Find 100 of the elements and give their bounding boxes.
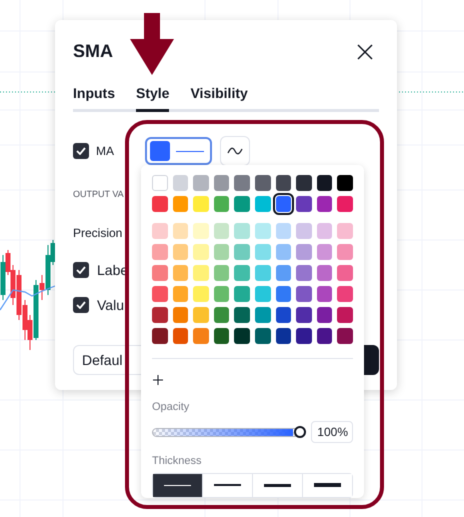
moving-average-line	[0, 285, 56, 310]
close-icon[interactable]	[357, 44, 373, 60]
color-swatch[interactable]	[172, 196, 188, 212]
color-picker-button[interactable]	[145, 137, 212, 165]
tab[interactable]: Visibility	[190, 83, 248, 112]
color-swatch[interactable]	[152, 265, 168, 281]
color-swatch[interactable]	[296, 286, 312, 302]
color-swatch[interactable]	[316, 286, 332, 302]
color-swatch[interactable]	[234, 286, 250, 302]
color-swatch[interactable]	[152, 244, 168, 260]
color-swatch[interactable]	[152, 307, 168, 323]
color-swatch[interactable]	[193, 223, 209, 239]
opacity-input[interactable]: 100%	[311, 421, 353, 444]
color-swatch[interactable]	[193, 196, 209, 212]
color-swatch[interactable]	[214, 328, 230, 344]
color-swatch[interactable]	[193, 244, 209, 260]
color-swatch[interactable]	[296, 307, 312, 323]
color-swatch[interactable]	[296, 244, 312, 260]
color-swatch[interactable]	[152, 175, 168, 191]
opacity-slider[interactable]	[152, 426, 306, 438]
color-swatch[interactable]	[193, 307, 209, 323]
color-swatch[interactable]	[296, 265, 312, 281]
checkbox[interactable]	[73, 143, 89, 159]
color-swatch[interactable]	[214, 175, 230, 191]
color-swatch[interactable]	[316, 175, 332, 191]
color-swatch[interactable]	[276, 328, 292, 344]
slider-thumb[interactable]	[294, 426, 306, 438]
color-swatch[interactable]	[316, 223, 332, 239]
color-swatch[interactable]	[337, 223, 353, 239]
thickness-option[interactable]	[153, 474, 202, 497]
color-swatch[interactable]	[337, 265, 353, 281]
checkbox[interactable]	[73, 297, 89, 313]
color-swatch[interactable]	[214, 244, 230, 260]
color-swatch[interactable]	[152, 328, 168, 344]
color-swatch[interactable]	[296, 223, 312, 239]
color-swatch[interactable]	[193, 286, 209, 302]
color-swatch[interactable]	[214, 196, 230, 212]
color-swatch[interactable]	[172, 286, 188, 302]
color-swatch[interactable]	[296, 175, 312, 191]
color-swatch[interactable]	[234, 265, 250, 281]
color-swatch[interactable]	[234, 244, 250, 260]
color-swatch[interactable]	[193, 175, 209, 191]
tab[interactable]: Inputs	[73, 83, 115, 112]
color-swatch[interactable]	[234, 175, 250, 191]
section-heading: OUTPUT VA	[73, 188, 124, 201]
color-swatch[interactable]	[172, 265, 188, 281]
color-swatch[interactable]	[255, 175, 271, 191]
color-swatch[interactable]	[296, 328, 312, 344]
check-icon	[76, 301, 86, 309]
color-swatch[interactable]	[234, 328, 250, 344]
color-swatch[interactable]	[254, 244, 271, 260]
color-swatch[interactable]	[254, 223, 271, 239]
color-swatch[interactable]	[172, 328, 188, 344]
color-swatch[interactable]	[337, 307, 353, 323]
color-swatch[interactable]	[234, 307, 250, 323]
color-swatch[interactable]	[172, 244, 188, 260]
color-swatch[interactable]	[152, 286, 168, 302]
color-swatch[interactable]	[316, 265, 332, 281]
color-swatch[interactable]	[276, 175, 292, 191]
color-swatch[interactable]	[337, 196, 353, 212]
add-color-icon[interactable]	[152, 374, 164, 385]
checkbox[interactable]	[73, 262, 89, 278]
color-swatch[interactable]	[276, 196, 292, 212]
color-swatch[interactable]	[193, 265, 209, 281]
color-swatch[interactable]	[234, 223, 250, 239]
color-swatch[interactable]	[337, 328, 353, 344]
color-swatch[interactable]	[172, 175, 188, 191]
color-swatch[interactable]	[254, 196, 271, 212]
color-swatch[interactable]	[337, 286, 353, 302]
color-swatch[interactable]	[254, 307, 271, 323]
color-swatch[interactable]	[172, 307, 188, 323]
color-swatch[interactable]	[276, 265, 292, 281]
color-swatch[interactable]	[316, 196, 332, 212]
color-swatch[interactable]	[276, 244, 292, 260]
color-swatch[interactable]	[337, 175, 353, 191]
color-swatch[interactable]	[152, 196, 168, 212]
check-icon	[76, 147, 86, 155]
color-swatch[interactable]	[316, 307, 332, 323]
color-swatch[interactable]	[296, 196, 312, 212]
color-swatch[interactable]	[316, 328, 332, 344]
color-swatch[interactable]	[316, 244, 332, 260]
color-swatch[interactable]	[214, 286, 230, 302]
opacity-label: Opacity	[152, 400, 190, 415]
color-swatch[interactable]	[152, 223, 168, 239]
color-swatch[interactable]	[214, 223, 230, 239]
tab[interactable]: Style	[136, 83, 170, 112]
color-swatch[interactable]	[337, 244, 353, 260]
color-swatch[interactable]	[172, 223, 188, 239]
color-swatch[interactable]	[276, 223, 292, 239]
color-swatch[interactable]	[214, 307, 230, 323]
color-swatch[interactable]	[276, 307, 292, 323]
color-swatch[interactable]	[254, 286, 271, 302]
color-swatch[interactable]	[234, 196, 250, 212]
color-swatch[interactable]	[254, 328, 271, 344]
color-swatch[interactable]	[193, 328, 209, 344]
pointer-arrow	[130, 13, 174, 75]
color-swatch[interactable]	[276, 286, 292, 302]
thickness-option[interactable]	[302, 474, 352, 497]
color-swatch[interactable]	[214, 265, 230, 281]
color-swatch[interactable]	[254, 265, 271, 281]
